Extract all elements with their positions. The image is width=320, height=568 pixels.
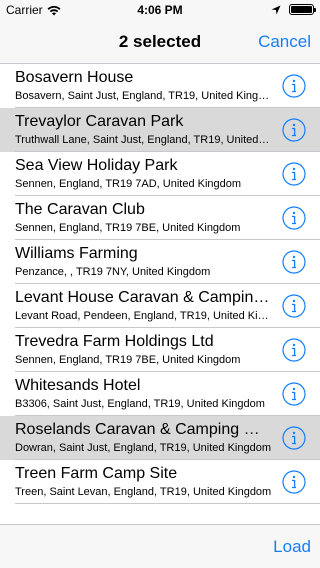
cancel-button[interactable]: Cancel <box>258 32 311 52</box>
status-bar: Carrier 4:06 PM <box>0 0 320 20</box>
list-item-title: Sea View Holiday Park <box>15 157 178 174</box>
list-item-subtitle: Bosavern, Saint Just, England, TR19, Uni… <box>15 90 272 102</box>
list-item-subtitle: Sennen, England, TR19 7BE, United Kingdo… <box>15 222 241 234</box>
navigation-bar: 2 selected Cancel <box>0 20 320 64</box>
list-item[interactable]: Sea View Holiday Park Sennen, England, TR… <box>0 152 320 196</box>
list-item-subtitle: B3306, Saint Just, England, TR19, United… <box>15 398 265 410</box>
list-item-title: Whitesands Hotel <box>15 377 141 394</box>
results-list: Bosavern House Bosavern, Saint Just, Engl… <box>0 64 320 504</box>
list-item[interactable]: Treen Farm Camp Site Treen, Saint Levan, … <box>0 460 320 504</box>
list-item-title: The Caravan Club <box>15 201 145 218</box>
info-icon[interactable] <box>282 162 306 186</box>
list-item-title: Roselands Caravan & Camping Park <box>15 421 270 438</box>
list-item[interactable]: Roselands Caravan & Camping Park Dowran, … <box>0 416 320 460</box>
status-right <box>271 4 316 15</box>
list-item-title: Trevedra Farm Holdings Ltd <box>15 333 214 350</box>
battery-fill <box>291 6 312 13</box>
info-icon[interactable] <box>282 294 306 318</box>
info-icon[interactable] <box>282 382 306 406</box>
info-icon[interactable] <box>282 426 306 450</box>
info-icon[interactable] <box>282 74 306 98</box>
list-item-subtitle: Sennen, England, TR19 7BE, United Kingdo… <box>15 354 241 366</box>
info-icon[interactable] <box>282 250 306 274</box>
list-item[interactable]: Levant House Caravan & Camping Park Levan… <box>0 284 320 328</box>
list-item-title: Williams Farming <box>15 245 138 262</box>
list-item[interactable]: Whitesands Hotel B3306, Saint Just, Engla… <box>0 372 320 416</box>
list-item[interactable]: Williams Farming Penzance, , TR19 7NY, Un… <box>0 240 320 284</box>
list-item-subtitle: Levant Road, Pendeen, England, TR19, Uni… <box>15 310 272 322</box>
list-item-title: Bosavern House <box>15 69 134 86</box>
list-item[interactable]: Bosavern House Bosavern, Saint Just, Engl… <box>0 64 320 108</box>
info-icon[interactable] <box>282 206 306 230</box>
list-item[interactable]: Trevedra Farm Holdings Ltd Sennen, Englan… <box>0 328 320 372</box>
list-item-title: Treen Farm Camp Site <box>15 465 178 482</box>
location-icon <box>271 5 281 14</box>
info-icon[interactable] <box>282 338 306 362</box>
info-icon[interactable] <box>282 118 306 142</box>
list-item-subtitle: Dowran, Saint Just, England, TR19, Unite… <box>15 442 271 454</box>
list-item[interactable]: Trevaylor Caravan Park Truthwall Lane, Sa… <box>0 108 320 152</box>
load-button[interactable]: Load <box>273 537 311 557</box>
battery-icon <box>289 4 316 15</box>
list-item-subtitle: Sennen, England, TR19 7AD, United Kingdo… <box>15 178 242 190</box>
info-icon[interactable] <box>282 470 306 494</box>
list-item-subtitle: Penzance, , TR19 7NY, United Kingdom <box>15 266 211 278</box>
bottom-toolbar: Load <box>0 524 320 568</box>
list-item[interactable]: The Caravan Club Sennen, England, TR19 7B… <box>0 196 320 240</box>
list-item-title: Trevaylor Caravan Park <box>15 113 184 130</box>
list-item-title: Levant House Caravan & Camping Park <box>15 289 270 306</box>
list-item-subtitle: Treen, Saint Levan, England, TR19, Unite… <box>15 486 272 498</box>
list-item-subtitle: Truthwall Lane, Saint Just, England, TR1… <box>15 134 272 146</box>
